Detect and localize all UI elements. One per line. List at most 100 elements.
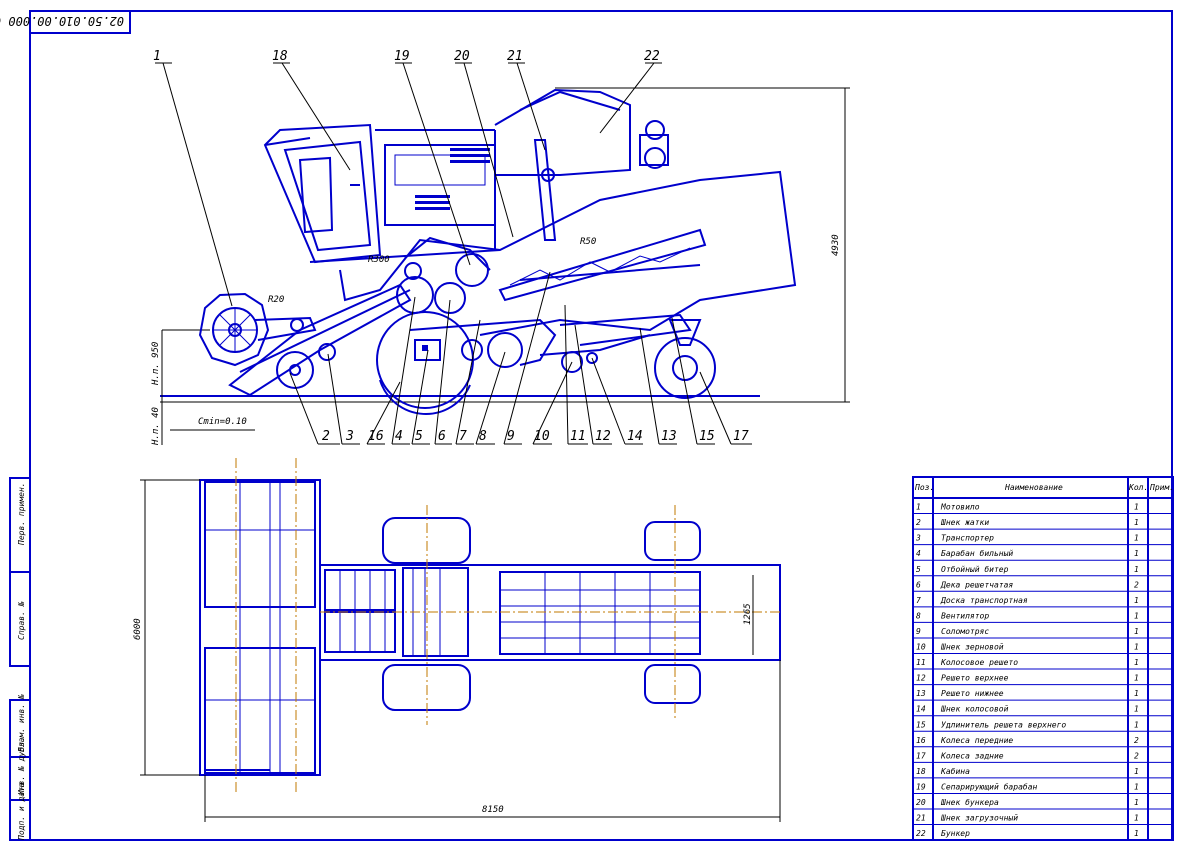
strip-text-5: Взам. инв. № [17, 694, 26, 752]
table-cell-name: Соломотряс [941, 627, 989, 636]
table-cell-pos: 12 [916, 674, 926, 683]
table-cell-pos: 13 [916, 689, 926, 698]
dim-height-950: H.п. 950 [151, 342, 161, 386]
table-cell-pos: 11 [916, 658, 926, 667]
table-cell-qty: 1 [1134, 503, 1139, 512]
callout-5: 5 [415, 429, 423, 444]
dim-height-total: 4930 [831, 234, 841, 256]
parts-table: Поз. Наименование Кол. Прим. 1 Мотовило 12… [912, 476, 1174, 841]
table-cell-qty: 1 [1134, 549, 1139, 558]
callout-3: 3 [345, 429, 354, 444]
table-cell-qty: 1 [1134, 829, 1139, 838]
table-cell-name: Решето нижнее [941, 689, 1004, 698]
table-cell-pos: 19 [916, 782, 926, 791]
side-view: 4930 H.п. 950 H.п. 40 Cmin=0.10 R300 R20… [151, 49, 850, 446]
table-cell-pos: 21 [916, 814, 926, 823]
table-cell-qty: 1 [1134, 518, 1139, 527]
table-cell-pos: 5 [916, 565, 921, 574]
table-cell-pos: 1 [916, 503, 921, 512]
dim-r50: R50 [580, 237, 596, 247]
reel [198, 292, 317, 367]
callout-20: 20 [454, 49, 470, 64]
callout-22: 22 [644, 49, 660, 64]
table-header-qty: Кол. [1128, 483, 1148, 492]
dim-r300: R300 [368, 255, 390, 265]
table-header-note: Прим. [1149, 483, 1174, 492]
table-cell-pos: 10 [916, 643, 926, 652]
table-cell-qty: 1 [1134, 627, 1139, 636]
table-cell-qty: 1 [1134, 798, 1139, 807]
table-cell-name: Шнек загрузочный [940, 814, 1018, 823]
dim-length-8150: 8150 [482, 805, 504, 815]
table-cell-name: Удлинитель решета верхнего [941, 720, 1066, 729]
table-cell-name: Сепарирующий барабан [941, 781, 1038, 791]
stamp-text: 02.50.010.00.000 С [0, 14, 124, 28]
table-cell-qty: 1 [1134, 814, 1139, 823]
table-cell-qty: 1 [1134, 611, 1139, 620]
table-cell-name: Шнек бункера [940, 797, 999, 807]
table-cell-name: Кабина [940, 766, 970, 776]
table-cell-pos: 7 [916, 596, 921, 605]
dim-width-6000: 6000 [133, 618, 143, 640]
table-cell-name: Колосовое решето [940, 658, 1018, 667]
table-cell-pos: 22 [916, 829, 926, 838]
table-cell-qty: 1 [1134, 782, 1139, 791]
table-cell-qty: 1 [1134, 720, 1139, 729]
table-cell-name: Транспортер [941, 534, 994, 543]
table-header-name: Наименование [1004, 483, 1063, 492]
callout-2: 2 [322, 429, 330, 444]
callout-16: 16 [368, 429, 384, 444]
table-cell-pos: 3 [915, 534, 921, 543]
table-cell-name: Дека решетчатая [940, 580, 1013, 589]
table-cell-qty: 1 [1134, 534, 1139, 543]
callout-11: 11 [570, 429, 586, 444]
strip-text-1: Перв. примен. [17, 482, 26, 546]
dim-height-40: H.п. 40 [151, 407, 161, 446]
dim-width-1265: 1265 [743, 603, 753, 625]
table-cell-name: Барабан бильный [941, 548, 1013, 558]
table-cell-pos: 17 [916, 751, 926, 760]
callout-12: 12 [595, 429, 611, 444]
callout-8: 8 [479, 429, 487, 444]
table-cell-qty: 1 [1134, 658, 1139, 667]
table-cell-qty: 2 [1134, 580, 1139, 589]
table-cell-pos: 16 [916, 736, 926, 745]
table-cell-pos: 9 [916, 627, 921, 636]
top-view: 6000 1265 8150 [133, 458, 781, 822]
table-cell-pos: 6 [916, 580, 921, 589]
table-cell-qty: 2 [1134, 751, 1139, 760]
strip-text-2: Справ. № [17, 601, 26, 640]
table-cell-qty: 1 [1134, 674, 1139, 683]
dim-r20: R20 [268, 295, 284, 305]
table-cell-name: Мотовило [940, 503, 980, 512]
callout-19: 19 [394, 49, 410, 64]
callout-9: 9 [507, 429, 515, 444]
callout-10: 10 [534, 429, 550, 444]
table-cell-pos: 15 [916, 720, 926, 729]
drawing-sheet: 02.50.010.00.000 С Перв. примен. Справ. … [0, 10, 1174, 841]
table-cell-qty: 1 [1134, 596, 1139, 605]
table-cell-qty: 1 [1134, 643, 1139, 652]
table-cell-qty: 1 [1134, 767, 1139, 776]
table-cell-name: Отбойный битер [941, 564, 1009, 574]
table-cell-name: Колеса задние [940, 751, 1004, 760]
table-rows: 1 Мотовило 12 Шнек жатки 13 Транспортер 14 Бара… [913, 503, 1173, 841]
callout-18: 18 [272, 49, 288, 64]
table-cell-pos: 2 [916, 518, 921, 527]
table-cell-name: Шнек зерновой [940, 643, 1004, 652]
callout-17: 17 [733, 429, 749, 444]
dim-ground-clear: Cmin=0.10 [198, 417, 247, 427]
callout-14: 14 [627, 429, 643, 444]
table-cell-qty: 1 [1134, 689, 1139, 698]
table-cell-name: Бункер [941, 829, 970, 838]
table-cell-pos: 18 [916, 767, 926, 776]
table-cell-qty: 2 [1134, 736, 1139, 745]
table-cell-pos: 4 [916, 549, 921, 558]
callout-21: 21 [507, 49, 523, 64]
callout-15: 15 [699, 429, 715, 444]
callout-7: 7 [459, 429, 467, 444]
left-strip: Перв. примен. Справ. № Подп. и дата Инв.… [9, 477, 31, 841]
callout-6: 6 [438, 429, 446, 444]
table-cell-pos: 8 [916, 611, 921, 620]
table-cell-name: Шнек колосовой [940, 705, 1009, 714]
